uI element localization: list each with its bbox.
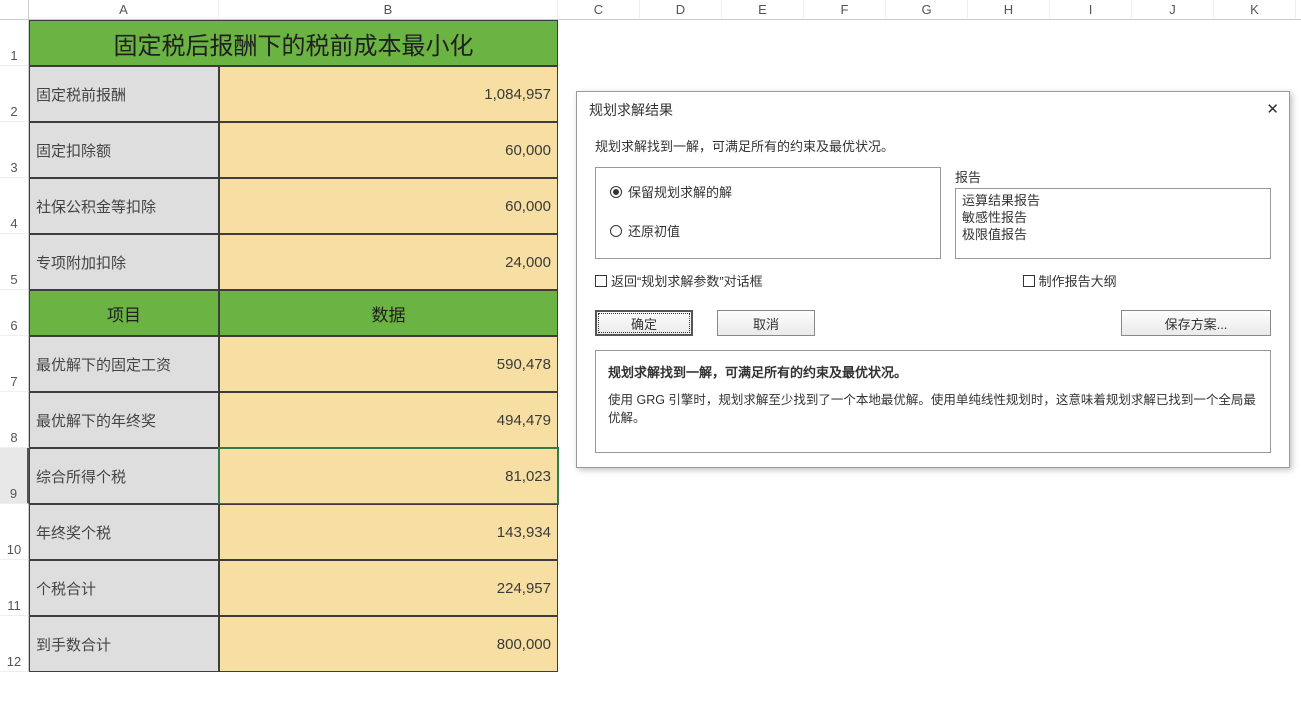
radio-icon [610,186,622,198]
dialog-titlebar[interactable]: 规划求解结果 ✕ [577,92,1289,130]
value-insurance-deduction[interactable]: 60,000 [219,178,558,234]
checkbox-icon [595,275,607,287]
radio-restore-values[interactable]: 还原初值 [610,221,926,240]
label-bonus-tax[interactable]: 年终奖个税 [29,504,219,560]
info-body-text: 使用 GRG 引擎时，规划求解至少找到了一个本地最优解。使用单纯线性规划时，这意… [608,393,1256,426]
row-header-4[interactable]: 4 [0,178,29,234]
row-header-12[interactable]: 12 [0,616,29,672]
row-header-6[interactable]: 6 [0,290,29,336]
label-optimal-bonus[interactable]: 最优解下的年终奖 [29,392,219,448]
label-income-tax[interactable]: 综合所得个税 [29,448,219,504]
grid-row-12: 12 到手数合计 800,000 [0,616,1301,672]
solution-groupbox: 保留规划求解的解 还原初值 [595,167,941,259]
reports-section: 报告 运算结果报告 敏感性报告 极限值报告 [955,167,1271,259]
report-item-limits[interactable]: 极限值报告 [962,227,1264,244]
dialog-title: 规划求解结果 [589,100,673,120]
header-project[interactable]: 项目 [29,290,219,336]
grid-row-11: 11 个税合计 224,957 [0,560,1301,616]
checkbox-outline-report[interactable]: 制作报告大纲 [1023,271,1117,290]
col-header-E[interactable]: E [722,0,804,19]
checkbox-return-dialog[interactable]: 返回“规划求解参数”对话框 [595,271,763,290]
row-header-10[interactable]: 10 [0,504,29,560]
ok-button[interactable]: 确定 [595,310,693,336]
cancel-button[interactable]: 取消 [717,310,815,336]
value-income-tax[interactable]: 81,023 [219,448,558,504]
radio-restore-label: 还原初值 [628,221,680,240]
row-header-5[interactable]: 5 [0,234,29,290]
col-header-G[interactable]: G [886,0,968,19]
row-header-2[interactable]: 2 [0,66,29,122]
col-header-F[interactable]: F [804,0,886,19]
value-optimal-bonus[interactable]: 494,479 [219,392,558,448]
label-fixed-pretax[interactable]: 固定税前报酬 [29,66,219,122]
col-header-H[interactable]: H [968,0,1050,19]
value-special-deduction[interactable]: 24,000 [219,234,558,290]
radio-keep-label: 保留规划求解的解 [628,182,732,201]
solver-result-dialog: 规划求解结果 ✕ 规划求解找到一解，可满足所有的约束及最优状况。 保留规划求解的… [576,91,1290,468]
row-header-11[interactable]: 11 [0,560,29,616]
col-header-A[interactable]: A [29,0,219,19]
col-header-B[interactable]: B [219,0,558,19]
header-data[interactable]: 数据 [219,290,558,336]
checkbox-outline-label: 制作报告大纲 [1039,271,1117,290]
column-headers: A B C D E F G H I J K [0,0,1301,20]
checkbox-return-label: 返回“规划求解参数”对话框 [611,271,763,290]
info-bold-text: 规划求解找到一解，可满足所有的约束及最优状况。 [608,363,1258,383]
row-header-8[interactable]: 8 [0,392,29,448]
value-fixed-pretax[interactable]: 1,084,957 [219,66,558,122]
row-header-7[interactable]: 7 [0,336,29,392]
checkbox-icon [1023,275,1035,287]
report-item-answer[interactable]: 运算结果报告 [962,193,1264,210]
value-bonus-tax[interactable]: 143,934 [219,504,558,560]
col-header-C[interactable]: C [558,0,640,19]
col-header-K[interactable]: K [1214,0,1296,19]
label-takehome-total[interactable]: 到手数合计 [29,616,219,672]
radio-keep-solution[interactable]: 保留规划求解的解 [610,182,926,201]
reports-listbox[interactable]: 运算结果报告 敏感性报告 极限值报告 [955,188,1271,259]
grid-row-10: 10 年终奖个税 143,934 [0,504,1301,560]
row-header-3[interactable]: 3 [0,122,29,178]
label-optimal-salary[interactable]: 最优解下的固定工资 [29,336,219,392]
label-special-deduction[interactable]: 专项附加扣除 [29,234,219,290]
row-header-1[interactable]: 1 [0,20,29,66]
row-header-9[interactable]: 9 [0,448,29,504]
col-header-J[interactable]: J [1132,0,1214,19]
report-item-sensitivity[interactable]: 敏感性报告 [962,210,1264,227]
label-tax-total[interactable]: 个税合计 [29,560,219,616]
reports-label: 报告 [955,167,1271,186]
label-fixed-deduction[interactable]: 固定扣除额 [29,122,219,178]
value-fixed-deduction[interactable]: 60,000 [219,122,558,178]
radio-icon [610,225,622,237]
value-tax-total[interactable]: 224,957 [219,560,558,616]
select-all-corner[interactable] [0,0,29,19]
title-cell[interactable]: 固定税后报酬下的税前成本最小化 [29,20,558,66]
dialog-info-box: 规划求解找到一解，可满足所有的约束及最优状况。 使用 GRG 引擎时，规划求解至… [595,350,1271,453]
col-header-D[interactable]: D [640,0,722,19]
save-scenario-button[interactable]: 保存方案... [1121,310,1271,336]
label-insurance-deduction[interactable]: 社保公积金等扣除 [29,178,219,234]
value-optimal-salary[interactable]: 590,478 [219,336,558,392]
close-icon[interactable]: ✕ [1266,100,1279,120]
value-takehome-total[interactable]: 800,000 [219,616,558,672]
dialog-message: 规划求解找到一解，可满足所有的约束及最优状况。 [595,136,1271,155]
grid-row-1: 1 固定税后报酬下的税前成本最小化 [0,20,1301,66]
col-header-I[interactable]: I [1050,0,1132,19]
